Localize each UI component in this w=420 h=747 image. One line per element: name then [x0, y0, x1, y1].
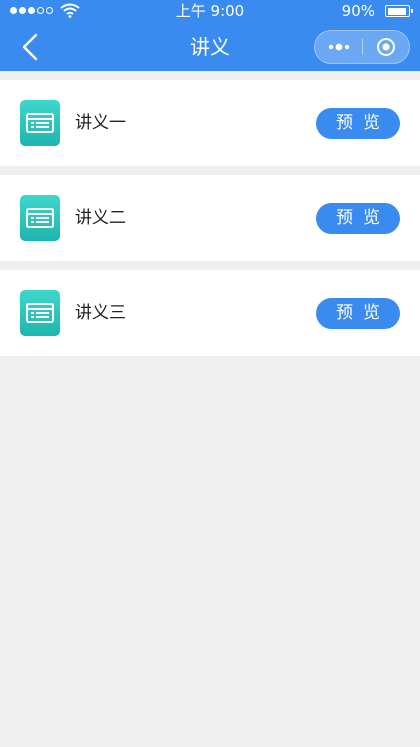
- item-title: 讲义一: [75, 113, 126, 133]
- mini-program-capsule: [314, 30, 410, 64]
- battery-percent: 90%: [341, 2, 375, 20]
- handout-list: 讲义一 预览 讲义二 预览 讲义三 预览: [0, 80, 420, 365]
- list-item: 讲义三 预览: [0, 270, 420, 356]
- document-icon: [20, 100, 60, 146]
- document-icon: [20, 195, 60, 241]
- list-item: 讲义二 预览: [0, 175, 420, 261]
- battery-icon: [385, 5, 413, 17]
- nav-bar: 讲义: [0, 22, 420, 71]
- document-icon: [20, 290, 60, 336]
- list-item: 讲义一 预览: [0, 80, 420, 166]
- battery-tip: [411, 9, 413, 13]
- status-bar: 上午 9:00 90%: [0, 0, 420, 22]
- preview-button[interactable]: 预览: [316, 298, 400, 329]
- target-circle-icon[interactable]: [363, 31, 409, 63]
- battery-fill: [387, 7, 406, 15]
- top-bar: 上午 9:00 90% 讲义: [0, 0, 420, 71]
- preview-button[interactable]: 预览: [316, 203, 400, 234]
- more-dots-icon[interactable]: [315, 31, 362, 63]
- preview-button[interactable]: 预览: [316, 108, 400, 139]
- item-title: 讲义三: [75, 303, 126, 323]
- item-title: 讲义二: [75, 208, 126, 228]
